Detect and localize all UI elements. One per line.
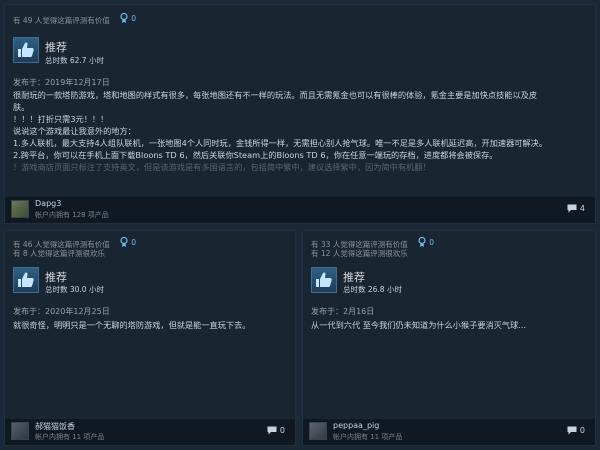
review-text-line: 说说这个游戏最让我意外的地方： [13,126,136,136]
award-icon [120,13,128,23]
thumbs-up-icon [13,267,39,293]
review-body: 从一代到六代 至今我们仍未知道为什么小猴子要消灭气球... [311,319,585,331]
review-card: 有 46 人觉得这篇评测有价值 0 有 8 人觉得这篇评测很欢乐 推荐 总时数 … [4,230,296,446]
comment-icon [567,204,577,213]
funny-votes: 有 8 人觉得这篇评测很欢乐 [13,249,106,258]
avatar[interactable] [11,422,29,440]
avatar[interactable] [309,422,327,440]
review-text-line: 很耐玩的一款塔防游戏，塔和地图的样式有很多，每张地图还有不一样的玩法。而且无需氪… [13,90,538,100]
award-button[interactable]: 0 [418,237,434,247]
review-author-footer: 郝猫猫饭香 帐户内拥有 11 项产品 0 [5,419,295,445]
award-icon [120,237,128,247]
author-name[interactable]: Dapg3 [35,199,61,208]
review-text-line: 肤。 [13,102,30,112]
products-owned: 帐户内拥有 11 项产品 [35,433,105,441]
review-text-line: 就很奇怪，明明只是一个无聊的塔防游戏，但就是能一直玩下去。 [13,320,251,330]
review-body: 很耐玩的一款塔防游戏，塔和地图的样式有很多，每张地图还有不一样的玩法。而且无需氪… [13,89,585,173]
review-card: 有 49 人觉得这篇评测有价值 0 推荐 总时数 62.7 小时 发布于：201… [4,4,596,224]
review-content: 有 46 人觉得这篇评测有价值 0 有 8 人觉得这篇评测很欢乐 推荐 总时数 … [5,231,295,419]
products-owned: 帐户内拥有 11 项产品 [333,433,403,441]
thumbs-up-icon [13,37,39,63]
review-text-line: 从一代到六代 至今我们仍未知道为什么小猴子要消灭气球... [311,320,527,330]
recommendation-title: 推荐 [45,271,67,284]
review-content: 有 49 人觉得这篇评测有价值 0 推荐 总时数 62.7 小时 发布于：201… [5,5,595,197]
review-text-line: ！游戏商店页面只标注了支持英文，但是该游戏是有多国语言的，包括简中繁中，建议选择… [13,162,431,172]
products-owned: 帐户内拥有 128 项产品 [35,211,109,219]
award-button[interactable]: 0 [120,237,136,247]
posted-date: 发布于：2020年12月25日 [13,307,110,316]
author-name[interactable]: 郝猫猫饭香 [35,421,75,432]
recommendation-title: 推荐 [343,271,365,284]
award-icon [418,237,426,247]
comments-button[interactable]: 0 [267,426,285,435]
posted-date: 发布于：2019年12月17日 [13,78,110,87]
review-text-line: 2.跨平台，你可以在手机上面下载Bloons TD 6，然后关联你Steam上的… [13,150,498,160]
award-button[interactable]: 0 [120,13,136,23]
review-content: 有 33 人觉得这篇评测有价值 0 有 12 人觉得这篇评测很欢乐 推荐 总时数… [303,231,595,419]
playtime-hours: 总时数 30.0 小时 [45,285,104,294]
funny-votes: 有 12 人觉得这篇评测很欢乐 [311,249,408,258]
comments-button[interactable]: 0 [567,426,585,435]
review-text-line: ！！！打折只需3元！！！ [13,114,109,124]
review-card: 有 33 人觉得这篇评测有价值 0 有 12 人觉得这篇评测很欢乐 推荐 总时数… [302,230,596,446]
playtime-hours: 总时数 26.8 小时 [343,285,402,294]
posted-date: 发布于：2月16日 [311,307,375,316]
author-name[interactable]: peppaa_pig [333,421,379,430]
review-author-footer: peppaa_pig 帐户内拥有 11 项产品 0 [303,419,595,445]
review-author-footer: Dapg3 帐户内拥有 128 项产品 4 [5,197,595,223]
playtime-hours: 总时数 62.7 小时 [45,56,104,65]
comments-button[interactable]: 4 [567,204,585,213]
comment-icon [567,426,577,435]
review-body: 就很奇怪，明明只是一个无聊的塔防游戏，但就是能一直玩下去。 [13,319,285,331]
review-text-line: 1.多人联机，最大支持4人组队联机，一张地图4个人同时玩，金钱所得一样，无需担心… [13,138,548,148]
recommendation-title: 推荐 [45,41,67,54]
thumbs-up-icon [311,267,337,293]
avatar[interactable] [11,200,29,218]
comment-icon [267,426,277,435]
helpful-votes: 有 49 人觉得这篇评测有价值 0 [13,13,136,25]
